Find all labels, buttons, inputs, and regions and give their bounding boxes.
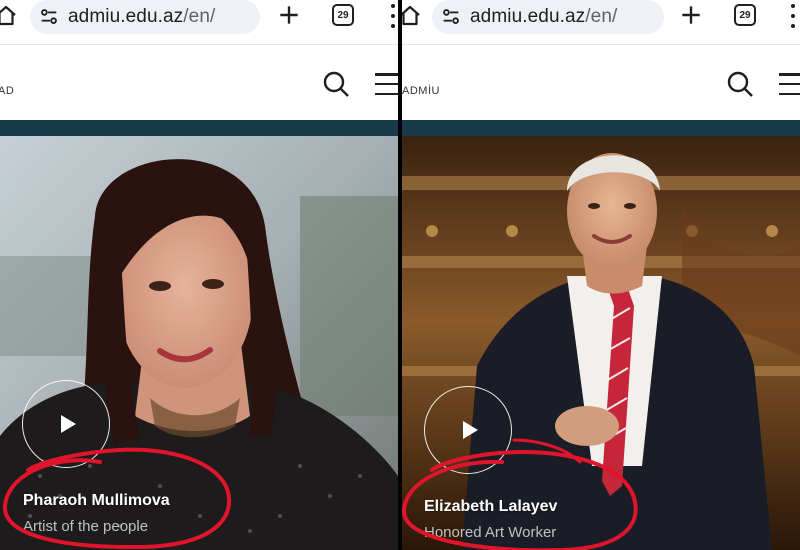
tune-icon[interactable]: [38, 6, 60, 28]
right-screenshot-panel: admiu.edu.az/en/ 29 ADMİU Elizabeth Lala…: [402, 0, 800, 550]
url-text: admiu.edu.az/en/: [68, 6, 216, 27]
site-header: ADMİU: [402, 44, 800, 120]
tabs-counter-icon[interactable]: 29: [332, 4, 354, 26]
portrait-photo-man: [402, 136, 800, 550]
tabs-counter-icon[interactable]: 29: [734, 4, 756, 26]
plus-icon[interactable]: [678, 2, 704, 28]
browser-toolbar: admiu.edu.az/en/ 29: [0, 0, 398, 38]
home-icon[interactable]: [0, 4, 18, 28]
play-video-button[interactable]: [424, 386, 512, 474]
tune-icon[interactable]: [440, 6, 462, 28]
person-name: Pharaoh Mullimova: [23, 492, 170, 509]
play-icon: [462, 421, 478, 439]
left-screenshot-panel: admiu.edu.az/en/ 29 AD Pharaoh Mullimova…: [0, 0, 398, 550]
hamburger-menu-icon[interactable]: [375, 73, 398, 95]
address-bar[interactable]: admiu.edu.az/en/: [30, 0, 260, 34]
address-bar[interactable]: admiu.edu.az/en/: [432, 0, 664, 34]
portrait-photo-woman: [0, 136, 398, 550]
play-icon: [60, 415, 76, 433]
search-icon[interactable]: [726, 70, 754, 98]
person-title: Honored Art Worker: [424, 524, 557, 541]
hamburger-menu-icon[interactable]: [779, 73, 800, 95]
header-accent-bar: [0, 120, 398, 136]
site-logo[interactable]: AD: [0, 85, 14, 97]
home-icon[interactable]: [402, 4, 422, 28]
more-vert-icon[interactable]: [390, 4, 396, 28]
more-vert-icon[interactable]: [790, 4, 796, 28]
url-text: admiu.edu.az/en/: [470, 6, 618, 27]
site-logo[interactable]: ADMİU: [402, 85, 440, 97]
hero-slide[interactable]: Elizabeth Lalayev Honored Art Worker: [402, 136, 800, 550]
site-header: AD: [0, 44, 398, 120]
browser-toolbar: admiu.edu.az/en/ 29: [402, 0, 800, 38]
person-title: Artist of the people: [23, 518, 149, 535]
search-icon[interactable]: [322, 70, 350, 98]
play-video-button[interactable]: [22, 380, 110, 468]
person-name: Elizabeth Lalayev: [424, 498, 558, 515]
hero-slide[interactable]: Pharaoh Mullimova Artist of the people: [0, 136, 398, 550]
plus-icon[interactable]: [276, 2, 302, 28]
header-accent-bar: [402, 120, 800, 136]
